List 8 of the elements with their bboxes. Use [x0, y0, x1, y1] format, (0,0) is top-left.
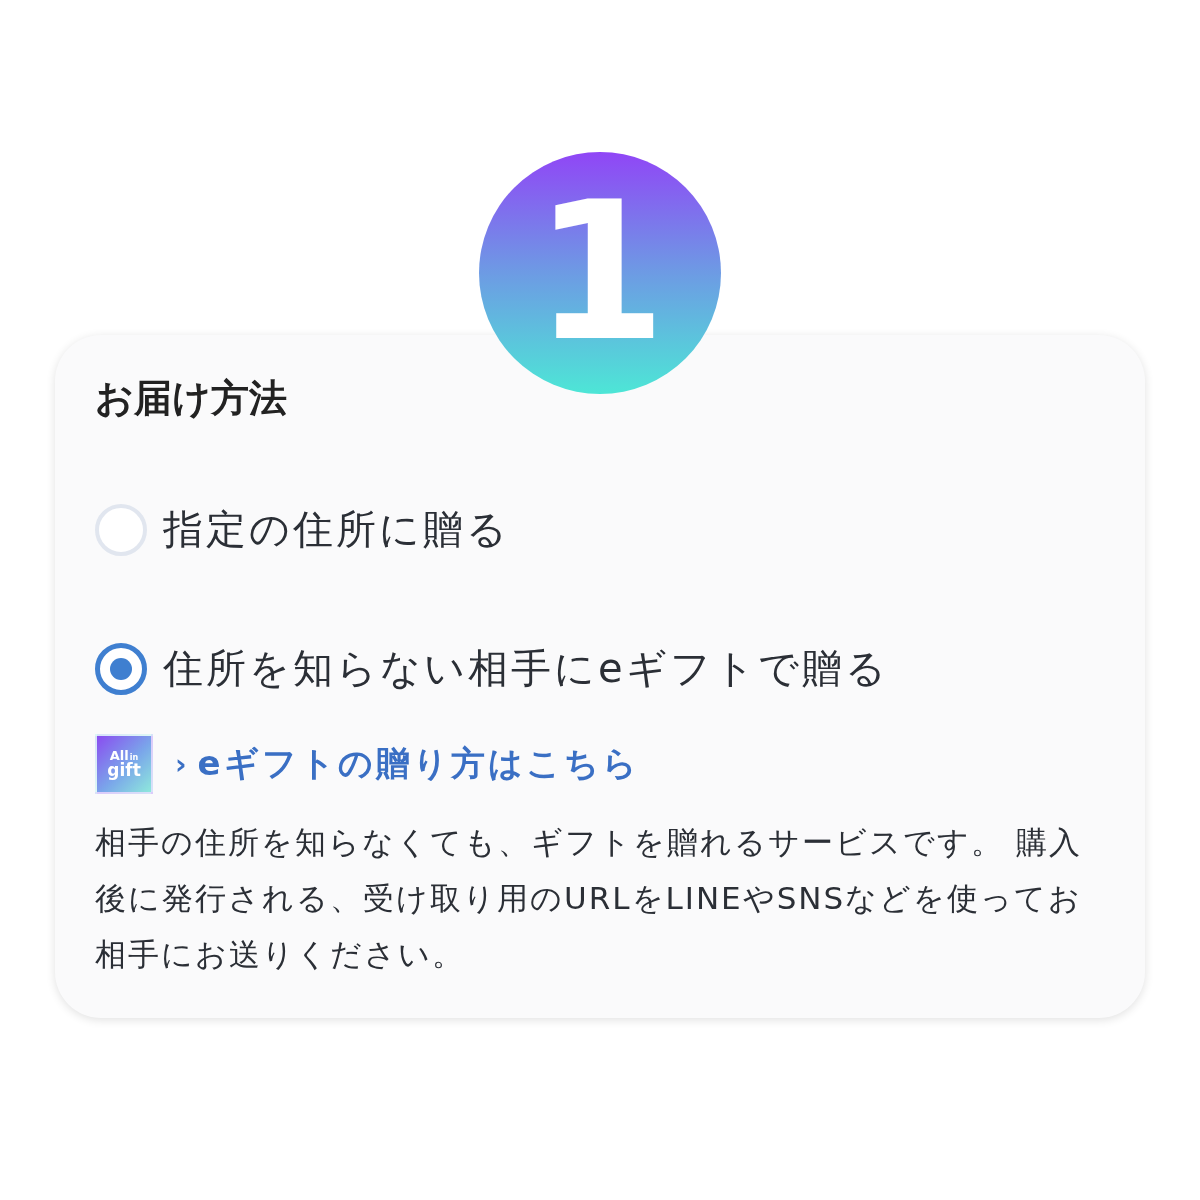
radio-button[interactable]	[95, 642, 147, 695]
how-to-link[interactable]: › eギフトの贈り方はこちら	[175, 741, 640, 787]
description-text: 相手の住所を知らなくても、ギフトを贈れるサービスです。 購入後に発行される、受け取り用のURLをLINEやSNSなどを使ってお相手にお送りください。	[95, 823, 1084, 974]
step-number-badge: 1	[479, 152, 721, 394]
section-title: お届け方法	[95, 375, 288, 422]
gift-logo-icon: All in gift	[95, 734, 153, 794]
option-label[interactable]: 指定の住所に贈る	[163, 502, 510, 557]
option-label[interactable]: 住所を知らない相手にeギフトで贈る	[163, 641, 889, 696]
